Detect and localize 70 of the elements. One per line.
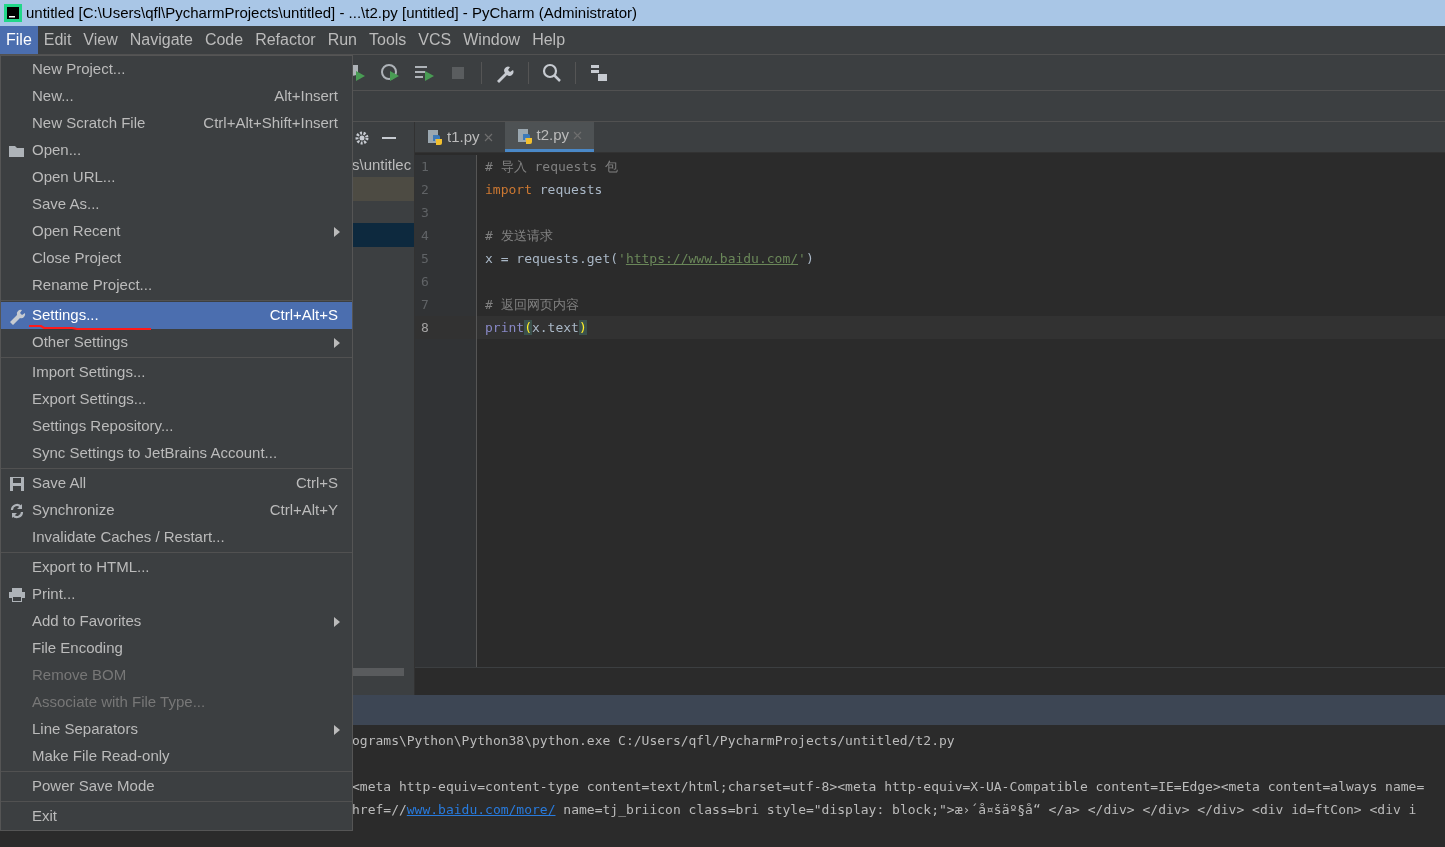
menu-item[interactable]: Close Project xyxy=(1,245,352,272)
menu-item[interactable]: VCS xyxy=(412,26,458,54)
console-text: ograms\Python\Python38\python.exe C:/Users/qfl/PycharmProjects/untitled/t2.py xyxy=(352,731,955,750)
menu-item[interactable]: File xyxy=(0,26,38,54)
menu-item[interactable]: Refactor xyxy=(249,26,322,54)
menu-item[interactable]: Export to HTML... xyxy=(1,554,352,581)
menu-item[interactable]: Settings... Ctrl+Alt+S xyxy=(1,302,352,329)
menu-item[interactable]: Navigate xyxy=(123,26,199,54)
console-text: <meta http-equiv=content-type content=text/html;charset=utf-8><meta http-equiv=X-UA-Compatible content=IE=Edge><meta content=always name= xyxy=(352,777,1425,796)
menu-item[interactable]: Save All Ctrl+S xyxy=(1,470,352,497)
close-icon xyxy=(483,132,493,142)
code-line: x = requests.get('https://www.baidu.com/') xyxy=(485,249,814,268)
console-link[interactable]: www.baidu.com/more/ xyxy=(406,799,556,820)
menu-item[interactable]: New Project... xyxy=(1,56,352,83)
menu-item[interactable]: Invalidate Caches / Restart... xyxy=(1,524,352,551)
menu-item[interactable]: View xyxy=(77,26,124,54)
folder-icon xyxy=(7,143,26,158)
menu-item[interactable]: Power Save Mode xyxy=(1,773,352,800)
menu-item[interactable]: Export Settings... xyxy=(1,386,352,413)
code-line: print(x.text) xyxy=(485,318,587,337)
code-line: # 返回网页内容 xyxy=(485,295,579,314)
submenu-arrow-icon xyxy=(334,226,340,237)
line-number: 8 xyxy=(421,318,429,337)
menu-item[interactable]: Save As... xyxy=(1,191,352,218)
scrollbar-thumb[interactable] xyxy=(352,668,404,676)
save-icon xyxy=(8,475,25,492)
submenu-arrow-icon xyxy=(334,337,340,348)
menu-item[interactable]: Tools xyxy=(363,26,413,54)
search-icon[interactable] xyxy=(541,61,563,84)
menu-item[interactable]: Synchronize Ctrl+Alt+Y xyxy=(1,497,352,524)
menu-item[interactable]: Open... xyxy=(1,137,352,164)
close-icon xyxy=(573,131,583,140)
menu-item[interactable]: Make File Read-only xyxy=(1,743,352,770)
python-file-icon xyxy=(427,129,443,145)
submenu-arrow-icon xyxy=(334,724,340,735)
app-logo-icon xyxy=(4,4,22,22)
menu-item[interactable]: Rename Project... xyxy=(1,272,352,299)
menu-item[interactable]: Open Recent xyxy=(1,218,352,245)
code-line: # 导入 requests 包 xyxy=(485,157,618,176)
menu-item[interactable]: Open URL... xyxy=(1,164,352,191)
code-line: import requests xyxy=(485,180,603,199)
menu-item[interactable]: Exit xyxy=(1,803,352,830)
console-text: href=// xyxy=(352,800,407,819)
menu-item[interactable]: Help xyxy=(526,26,572,54)
menu-item[interactable]: Run xyxy=(321,26,363,54)
submenu-arrow-icon xyxy=(334,616,340,627)
settings-icon xyxy=(354,129,370,146)
code-line: # 发送请求 xyxy=(485,226,553,245)
menu-item[interactable]: Window xyxy=(457,26,527,54)
menu-item[interactable]: Add to Favorites xyxy=(1,608,352,635)
menu-item[interactable]: Line Separators xyxy=(1,716,352,743)
python-file-icon xyxy=(516,127,533,144)
window-title: untitled [C:\Users\qfl\PycharmProjects\untitled] - ...\t2.py [untitled] - PyCharm (Administrator) xyxy=(26,2,638,23)
menu-item[interactable]: Code xyxy=(198,26,250,54)
editor-tab[interactable]: t2.py xyxy=(504,122,595,152)
menu-item[interactable]: Import Settings... xyxy=(1,359,352,386)
menu-item[interactable]: Print... xyxy=(1,581,352,608)
menu-item[interactable]: Settings Repository... xyxy=(1,413,352,440)
project-path: s\untitlec xyxy=(352,154,412,175)
menu-item[interactable]: New... Alt+Insert xyxy=(1,83,352,110)
menu-item[interactable]: Sync Settings to JetBrains Account... xyxy=(1,440,352,467)
editor-tab[interactable]: t1.py xyxy=(415,122,505,152)
profile-icon[interactable] xyxy=(379,61,401,84)
console-text: name=tj_briicon class=bri style="display: block;">æ›´å¤šäº§å“ </a> </div> </div> </div> <div id=ftCon> <div i xyxy=(562,800,1417,819)
menu-item[interactable]: Other Settings xyxy=(1,329,352,356)
menu-item[interactable]: File Encoding xyxy=(1,635,352,662)
menu-item[interactable]: New Scratch File Ctrl+Alt+Shift+Insert xyxy=(1,110,352,137)
sync-icon xyxy=(8,502,25,519)
menu-item[interactable]: Edit xyxy=(37,26,78,54)
print-icon xyxy=(7,586,26,603)
